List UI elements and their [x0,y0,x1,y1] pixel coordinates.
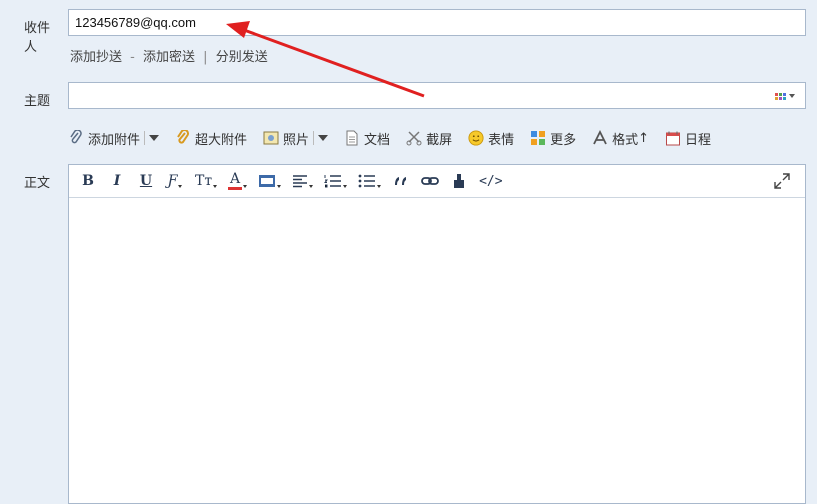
highlight-icon [259,175,276,187]
chevron-down-icon [213,184,218,188]
expand-icon[interactable] [773,172,791,190]
chevron-down-icon [789,94,795,98]
document-icon [344,130,360,146]
recipient-address[interactable]: 123456789@qq.com [75,15,196,30]
bullet-list-icon [358,174,376,188]
source-code-button[interactable]: </> [479,171,502,191]
link-separator: - [130,50,135,65]
subject-input[interactable] [73,86,767,107]
attachment-toolbar: 添加附件 超大附件 照片 文档 截屏 表情 更多 格式 ↑ 日程 [68,126,727,150]
photo-icon [263,130,279,146]
bullet-list-button[interactable] [358,171,382,191]
font-a-icon [592,130,608,146]
font-family-button[interactable]: Ƒ [166,171,184,191]
chevron-down-icon [277,184,282,188]
subject-field[interactable] [68,82,806,109]
large-attachment-label: 超大附件 [195,132,248,148]
clear-format-button[interactable] [450,171,468,191]
chevron-down-icon [243,184,248,188]
chevron-down-icon [309,184,314,188]
calendar-icon [665,130,681,146]
link-separator: | [203,50,208,65]
chevron-down-icon [343,184,348,188]
subject-label: 主题 [24,94,51,109]
document-label: 文档 [364,132,391,148]
chevron-down-icon [149,135,160,141]
format-label: 格式 [612,132,639,148]
link-icon [421,177,439,185]
stationery-picker-button[interactable] [775,89,797,103]
add-attachment-button[interactable]: 添加附件 [68,129,160,148]
attachment-options-dropdown[interactable] [144,131,160,145]
schedule-button[interactable]: 日程 [665,129,711,148]
photo-button[interactable]: 照片 [263,129,329,148]
app-tiles-icon [530,130,546,146]
body-editor: B I U Ƒ Tт A </> [68,164,806,504]
recipient-field[interactable]: 123456789@qq.com [68,9,806,36]
numbered-list-icon [324,175,342,188]
photo-options-dropdown[interactable] [313,131,329,145]
screenshot-label: 截屏 [426,132,453,148]
body-textarea[interactable] [69,198,805,503]
font-color-glyph: A [230,171,241,187]
underline-button[interactable]: U [137,171,155,191]
italic-button[interactable]: I [108,171,126,191]
add-cc-link[interactable]: 添加抄送 [70,50,122,65]
chevron-down-icon [377,184,382,188]
quote-icon [395,177,407,185]
chevron-down-icon [318,135,329,141]
format-button[interactable]: 格式 ↑ [592,129,649,148]
large-attachment-button[interactable]: 超大附件 [175,129,247,148]
paperclip-icon [68,130,84,146]
address-links: 添加抄送 - 添加密送 | 分别发送 [70,46,268,65]
font-size-glyph: Tт [195,173,213,189]
emoji-label: 表情 [488,132,515,148]
chevron-down-icon [178,184,183,188]
align-left-icon [293,175,308,188]
gold-paperclip-icon [175,130,191,146]
photo-label: 照片 [283,132,310,148]
color-grid-icon [775,92,786,100]
quote-button[interactable] [392,171,410,191]
screenshot-button[interactable]: 截屏 [406,129,452,148]
send-separately-link[interactable]: 分别发送 [216,50,268,65]
schedule-label: 日程 [685,132,712,148]
add-attachment-label: 添加附件 [88,132,141,148]
numbered-list-button[interactable] [324,171,348,191]
body-label: 正文 [24,176,51,191]
brush-icon [454,174,465,188]
smiley-icon [468,130,484,146]
font-family-glyph: Ƒ [167,173,178,189]
highlight-button[interactable] [258,171,282,191]
link-button[interactable] [421,171,439,191]
align-button[interactable] [292,171,314,191]
scissors-icon [406,130,422,146]
more-label: 更多 [550,132,577,148]
font-color-icon: A [228,171,243,190]
bold-button[interactable]: B [79,171,97,191]
document-button[interactable]: 文档 [344,129,390,148]
more-button[interactable]: 更多 [530,129,576,148]
emoji-button[interactable]: 表情 [468,129,514,148]
font-color-button[interactable]: A [228,171,248,191]
format-toggle-arrow: ↑ [638,130,650,146]
add-bcc-link[interactable]: 添加密送 [143,50,195,65]
recipient-label: 收件人 [24,21,51,55]
font-size-button[interactable]: Tт [195,171,218,191]
format-toolbar: B I U Ƒ Tт A </> [69,165,805,198]
